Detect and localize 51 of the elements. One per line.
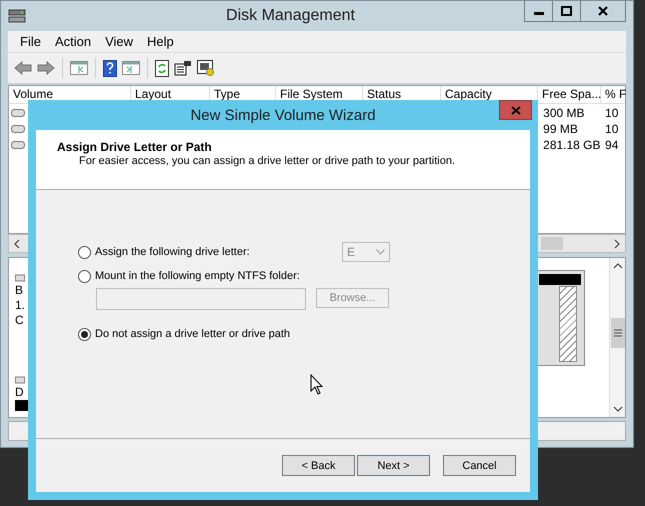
minimize-button[interactable] <box>524 1 553 22</box>
maximize-icon <box>561 6 572 16</box>
mouse-cursor-icon <box>310 374 323 395</box>
table-cell-text: 10 <box>604 122 620 136</box>
panel-icon[interactable] <box>70 61 88 75</box>
option-label[interactable]: Mount in the following empty NTFS folder: <box>95 270 300 282</box>
chevron-down-icon <box>376 249 385 255</box>
table-cell-text: 281.18 GB <box>542 138 602 152</box>
close-icon <box>598 6 608 16</box>
grip-icon[interactable] <box>614 328 622 336</box>
radio-button[interactable] <box>78 328 91 340</box>
menu-item[interactable]: View <box>98 34 140 49</box>
radio-button[interactable] <box>78 270 91 282</box>
properties-icon[interactable] <box>174 60 192 76</box>
column-header[interactable]: % F <box>601 86 628 103</box>
scrollbar-thumb[interactable] <box>541 237 563 250</box>
window-title: Disk Management <box>225 7 356 25</box>
help-icon[interactable] <box>103 60 117 76</box>
table-cell-text: 94 <box>604 138 620 152</box>
table-cell-text: 10 <box>604 106 620 120</box>
wizard-button[interactable]: Cancel <box>443 455 516 476</box>
menu-item[interactable]: Help <box>140 34 181 49</box>
wizard-button[interactable]: Next > <box>357 455 430 476</box>
table-cell-text: 300 MB <box>542 106 586 120</box>
disk-icon <box>8 8 26 24</box>
chevron-left-icon[interactable] <box>13 238 21 248</box>
option-label[interactable]: Assign the following drive letter: <box>95 246 250 258</box>
option-label[interactable]: Do not assign a drive letter or drive path <box>95 328 290 340</box>
refresh-icon[interactable] <box>155 60 169 76</box>
panel-icon[interactable] <box>122 61 140 75</box>
menu-item[interactable]: File <box>13 34 48 49</box>
dialog-title: New Simple Volume Wizard <box>189 106 377 124</box>
forward-arrow-icon[interactable] <box>37 61 55 75</box>
disk-label: C <box>15 313 25 327</box>
page-description: For easier access, you can assign a drive letter or drive path to your partition. <box>78 155 456 167</box>
page-heading: Assign Drive Letter or Path <box>57 140 213 154</box>
disk-label: D <box>15 385 25 399</box>
table-cell-text: 99 MB <box>542 122 579 136</box>
wizard-button[interactable]: < Back <box>282 455 355 476</box>
chevron-up-icon[interactable] <box>612 262 622 270</box>
partition-bar <box>15 400 29 411</box>
radio-button[interactable] <box>78 246 91 258</box>
close-button[interactable] <box>580 1 626 22</box>
back-arrow-icon[interactable] <box>14 61 32 75</box>
chevron-down-icon[interactable] <box>612 405 622 413</box>
close-icon <box>510 106 520 114</box>
disk-label: 1. <box>15 298 26 312</box>
chevron-right-icon[interactable] <box>613 238 621 248</box>
menu-item[interactable]: Action <box>48 34 98 49</box>
vertical-scrollbar[interactable] <box>609 258 625 417</box>
disk-label: B <box>15 283 24 297</box>
